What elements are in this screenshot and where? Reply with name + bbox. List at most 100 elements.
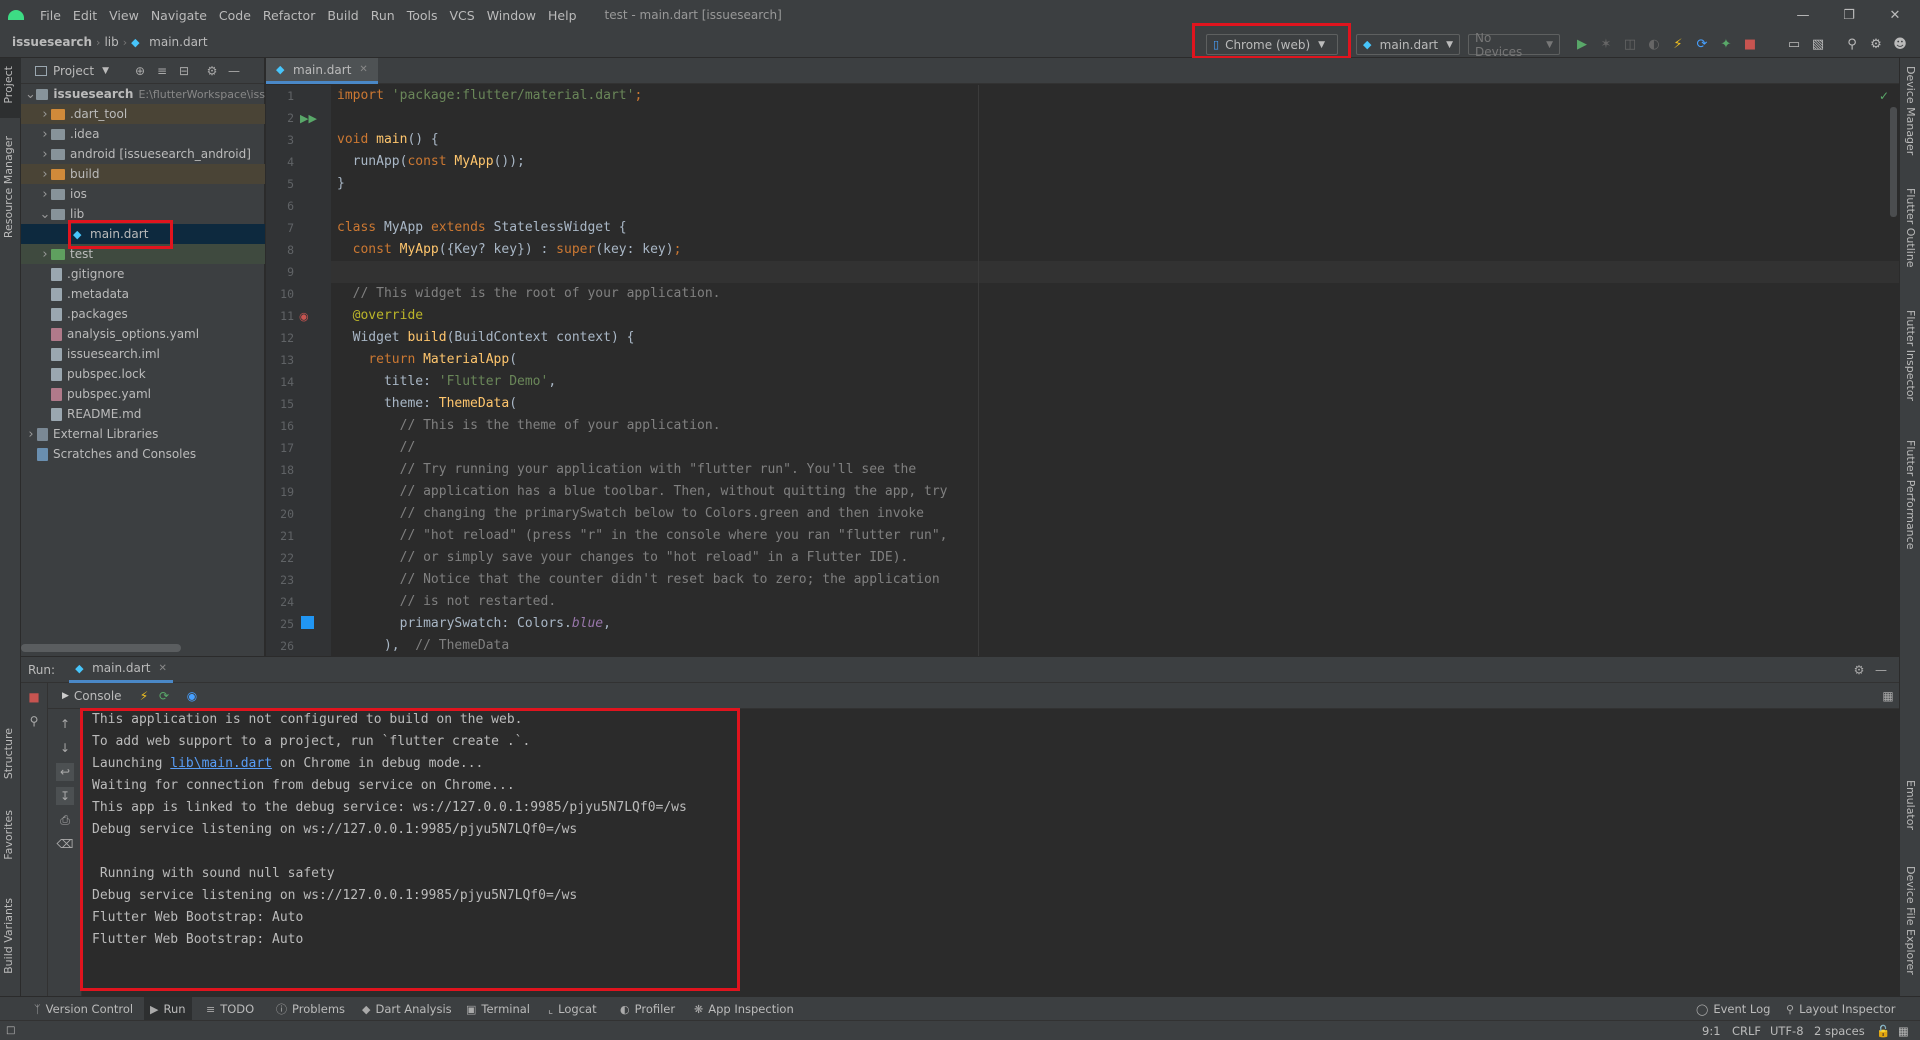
color-swatch-icon[interactable]	[301, 616, 314, 629]
event-log-tool[interactable]: ◯ Event Log	[1696, 997, 1770, 1021]
tree-item[interactable]: › android [issuesearch_android]	[21, 144, 265, 164]
chevron-down-icon[interactable]: ⌄	[39, 207, 51, 222]
menu-navigate[interactable]: Navigate	[145, 8, 213, 23]
tab-main-dart[interactable]: ◆ main.dart ✕	[266, 58, 378, 84]
settings-gear-icon[interactable]: ⚙	[203, 62, 221, 80]
menu-refactor[interactable]: Refactor	[257, 8, 321, 23]
resource-manager-tool-button[interactable]: Resource Manager	[2, 136, 15, 238]
hide-panel-icon[interactable]: —	[225, 62, 243, 80]
settings-gear-icon[interactable]: ⚙	[1866, 33, 1886, 55]
vertical-scrollbar[interactable]	[1890, 107, 1897, 217]
structure-tool-button[interactable]: Structure	[2, 728, 15, 779]
soft-wrap-icon[interactable]: ↩	[56, 763, 74, 781]
flutter-inspector-tool-button[interactable]: Flutter Inspector	[1904, 310, 1917, 401]
breadcrumb-lib[interactable]: lib	[100, 35, 122, 49]
menu-vcs[interactable]: VCS	[444, 8, 481, 23]
hide-panel-icon[interactable]: —	[1873, 662, 1889, 678]
chevron-right-icon[interactable]: ›	[39, 147, 51, 162]
breadcrumb-file[interactable]: main.dart	[145, 35, 211, 49]
run-tool[interactable]: ▶ Run	[144, 997, 192, 1021]
dart-analysis-tool[interactable]: ◆ Dart Analysis	[362, 997, 452, 1021]
minimize-icon[interactable]: —	[1780, 0, 1826, 30]
collapse-all-icon[interactable]: ⊟	[175, 62, 193, 80]
flutter-outline-tool-button[interactable]: Flutter Outline	[1904, 188, 1917, 268]
debug-icon[interactable]: ✶	[1596, 33, 1616, 55]
tree-item[interactable]: analysis_options.yaml	[21, 324, 265, 344]
tree-item[interactable]: .gitignore	[21, 264, 265, 284]
tree-item[interactable]: issuesearch.iml	[21, 344, 265, 364]
scroll-to-end-icon[interactable]: ↧	[56, 787, 74, 805]
close-icon[interactable]: ✕	[1872, 0, 1918, 30]
coverage-icon[interactable]: ◫	[1620, 33, 1640, 55]
menu-file[interactable]: File	[34, 8, 67, 23]
locate-file-icon[interactable]: ⊕	[131, 62, 149, 80]
tree-item[interactable]: .metadata	[21, 284, 265, 304]
menu-view[interactable]: View	[103, 8, 145, 23]
panel-toggle-icon[interactable]: □	[6, 1021, 15, 1040]
tree-item[interactable]: pubspec.yaml	[21, 384, 265, 404]
device-file-explorer-tool-button[interactable]: Device File Explorer	[1904, 866, 1917, 975]
todo-tool[interactable]: ≡ TODO	[206, 997, 254, 1021]
chevron-down-icon[interactable]: ⌄	[25, 87, 36, 102]
hot-restart-icon[interactable]: ⟳	[1692, 33, 1712, 55]
run-tab-main-dart[interactable]: ◆ main.dart ✕	[69, 657, 173, 683]
tree-item[interactable]: › .dart_tool	[21, 104, 265, 124]
restore-icon[interactable]: ❐	[1826, 0, 1872, 30]
profiler-tool[interactable]: ◐ Profiler	[620, 997, 675, 1021]
tree-item[interactable]: › ios	[21, 184, 265, 204]
run-config-selector[interactable]: ◆ main.dart ▼	[1356, 34, 1460, 55]
run-gutter-icon[interactable]: ▶▶	[300, 112, 317, 125]
search-icon[interactable]: ⚲	[1842, 33, 1862, 55]
menu-build[interactable]: Build	[321, 8, 364, 23]
trash-icon[interactable]: ⌫	[56, 835, 74, 853]
project-panel-title[interactable]: Project	[53, 64, 94, 78]
close-tab-icon[interactable]: ✕	[359, 64, 367, 75]
account-icon[interactable]: ☻	[1890, 33, 1910, 55]
terminal-tool[interactable]: ▣ Terminal	[466, 997, 530, 1021]
up-arrow-icon[interactable]: ↑	[56, 715, 74, 733]
favorites-tool-button[interactable]: Favorites	[2, 810, 15, 860]
file-encoding[interactable]: UTF-8	[1770, 1021, 1804, 1040]
menu-edit[interactable]: Edit	[67, 8, 103, 23]
code-editor[interactable]: ✓ import 'package:flutter/material.dart'…	[331, 85, 1899, 656]
lock-icon[interactable]: 🔓	[1876, 1021, 1890, 1040]
devtools-icon[interactable]: ◉	[183, 687, 201, 705]
console-tab[interactable]: ▶ Console	[62, 683, 122, 709]
inspection-ok-icon[interactable]: ✓	[1879, 89, 1889, 103]
chevron-right-icon[interactable]: ›	[25, 427, 37, 442]
line-separator[interactable]: CRLF	[1732, 1021, 1761, 1040]
flutter-performance-tool-button[interactable]: Flutter Performance	[1904, 440, 1917, 549]
print-icon[interactable]: ⎙	[56, 811, 74, 829]
menu-help[interactable]: Help	[542, 8, 583, 23]
tree-item[interactable]: README.md	[21, 404, 265, 424]
project-tool-button[interactable]: Project	[2, 66, 15, 104]
menu-window[interactable]: Window	[481, 8, 542, 23]
app-inspection-tool[interactable]: ❋ App Inspection	[694, 997, 794, 1021]
logcat-tool[interactable]: ⌞ Logcat	[548, 997, 597, 1021]
problems-tool[interactable]: ⓘ Problems	[276, 997, 345, 1021]
tree-item[interactable]: .packages	[21, 304, 265, 324]
device-manager-icon[interactable]: ▭	[1784, 33, 1804, 55]
chevron-right-icon[interactable]: ›	[39, 247, 51, 262]
settings-gear-icon[interactable]: ⚙	[1851, 662, 1867, 678]
sdk-manager-icon[interactable]: ▧	[1808, 33, 1828, 55]
memory-icon[interactable]: ▦	[1898, 1021, 1909, 1040]
tree-item[interactable]: ⌄ issuesearch E:\flutterWorkspace\iss	[21, 84, 265, 104]
pin-icon[interactable]: ⚲	[26, 713, 42, 729]
tree-item[interactable]: › .idea	[21, 124, 265, 144]
layout-inspector-tool[interactable]: ⚲ Layout Inspector	[1786, 997, 1895, 1021]
hot-reload-icon[interactable]: ⚡	[1668, 33, 1688, 55]
hot-restart-icon[interactable]: ⟳	[155, 687, 173, 705]
attach-debugger-icon[interactable]: ✦	[1716, 33, 1736, 55]
chevron-right-icon[interactable]: ›	[39, 127, 51, 142]
hot-reload-icon[interactable]: ⚡	[135, 687, 153, 705]
device-manager-tool-button[interactable]: Device Manager	[1904, 66, 1917, 155]
stop-icon[interactable]: ■	[26, 689, 42, 705]
layout-icon[interactable]: ▦	[1879, 687, 1897, 705]
menu-run[interactable]: Run	[365, 8, 401, 23]
horizontal-scrollbar[interactable]	[21, 644, 181, 652]
tree-item[interactable]: Scratches and Consoles	[21, 444, 265, 464]
menu-tools[interactable]: Tools	[401, 8, 444, 23]
tree-item[interactable]: pubspec.lock	[21, 364, 265, 384]
version-control-tool[interactable]: ᛉ Version Control	[34, 997, 133, 1021]
